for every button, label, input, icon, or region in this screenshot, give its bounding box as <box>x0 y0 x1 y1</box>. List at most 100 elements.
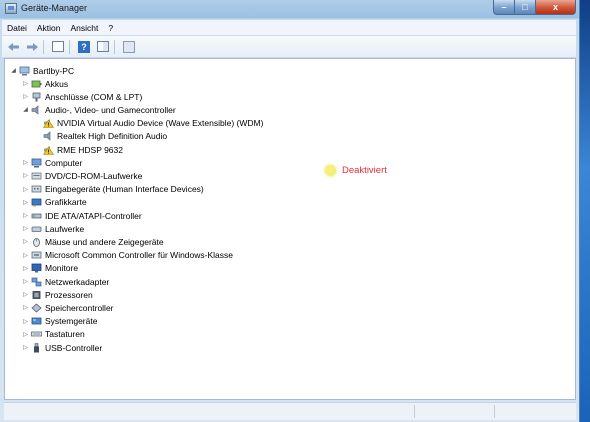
status-separator <box>414 405 415 418</box>
menu-aktion[interactable]: Aktion <box>32 23 66 33</box>
arrow-right-icon <box>26 42 38 51</box>
device-category[interactable]: ▷ Prozessoren <box>21 288 93 301</box>
expand-arrow-icon[interactable]: ▷ <box>21 344 30 351</box>
device-item[interactable]: NVIDIA Virtual Audio Device (Wave Extens… <box>33 117 263 130</box>
storage-icon <box>31 303 42 313</box>
expand-arrow-icon[interactable]: ▷ <box>21 93 30 100</box>
port-icon <box>31 92 42 102</box>
expand-arrow-icon[interactable]: ▷ <box>21 212 30 219</box>
device-category[interactable]: ▷ DVD/CD-ROM-Laufwerke <box>21 169 142 182</box>
display-adapter-icon <box>31 197 42 207</box>
tree-root-label: Bartlby-PC <box>33 65 75 76</box>
ide-icon <box>31 211 42 221</box>
device-category[interactable]: ▷ Akkus <box>21 77 68 90</box>
expand-arrow-icon[interactable]: ▷ <box>21 199 30 206</box>
menu-help[interactable]: ? <box>103 23 118 33</box>
device-category[interactable]: ▷ Grafikkarte <box>21 196 86 209</box>
device-manager-window: Geräte-Manager – □ x Datei Aktion Ansich… <box>0 0 580 422</box>
tree-item-label: Microsoft Common Controller für Windows-… <box>45 250 233 261</box>
device-category[interactable]: ▷ Mäuse und andere Zeigegeräte <box>21 235 163 248</box>
battery-icon <box>31 79 42 89</box>
computer-icon <box>19 66 30 76</box>
tree-item-label: Computer <box>45 157 83 168</box>
device-item[interactable]: Realtek High Definition Audio <box>33 130 167 143</box>
computer-icon <box>31 158 42 168</box>
expand-arrow-icon[interactable]: ▷ <box>21 159 30 166</box>
forward-button[interactable] <box>24 40 40 54</box>
tree-item-label: Prozessoren <box>45 289 93 300</box>
device-category[interactable]: ▷ Microsoft Common Controller für Windows… <box>21 249 233 262</box>
scan-hardware-icon <box>123 40 135 53</box>
tree-item-label: Eingabegeräte (Human Interface Devices) <box>45 184 204 195</box>
help-button[interactable]: ? <box>76 40 92 54</box>
tree-item-label: Systemgeräte <box>45 316 98 327</box>
expand-arrow-icon[interactable]: ▷ <box>21 278 30 285</box>
usb-icon <box>31 342 42 353</box>
tree-item-label: NVIDIA Virtual Audio Device (Wave Extens… <box>57 118 264 129</box>
device-category[interactable]: ▷ Tastaturen <box>21 328 85 341</box>
toolbar-separator <box>69 39 70 54</box>
tree-item-label: RME HDSP 9632 <box>57 144 123 155</box>
device-item[interactable]: RME HDSP 9632 <box>33 143 123 156</box>
tree-item-label: Anschlüsse (COM & LPT) <box>45 91 143 102</box>
device-category[interactable]: ▷ Systemgeräte <box>21 315 97 328</box>
device-category[interactable]: ◢ Audio-, Video- und Gamecontroller <box>21 103 176 116</box>
tree-item-label: Monitore <box>45 263 79 274</box>
expand-arrow-icon[interactable]: ▷ <box>21 252 30 259</box>
tree-item-label: DVD/CD-ROM-Laufwerke <box>45 170 143 181</box>
tree-item-label: USB-Controller <box>45 342 103 353</box>
device-category[interactable]: ▷ Netzwerkadapter <box>21 275 109 288</box>
tree-item-label: Netzwerkadapter <box>45 276 110 287</box>
expand-arrow-icon[interactable]: ▷ <box>21 80 30 87</box>
tree-item-label: IDE ATA/ATAPI-Controller <box>45 210 142 221</box>
toolbar-separator <box>114 39 115 54</box>
speaker-icon <box>43 131 54 141</box>
properties-icon <box>97 41 109 52</box>
expand-arrow-icon[interactable]: ▷ <box>21 304 30 311</box>
expand-arrow-icon[interactable]: ▷ <box>21 225 30 232</box>
minimize-button[interactable]: – <box>493 0 515 15</box>
expand-arrow-icon[interactable]: ▷ <box>21 265 30 272</box>
device-category[interactable]: ▷ Computer <box>21 156 82 169</box>
menu-ansicht[interactable]: Ansicht <box>65 23 103 33</box>
mouse-icon <box>31 237 42 247</box>
expand-arrow-icon[interactable]: ▷ <box>21 186 30 193</box>
close-button[interactable]: x <box>536 0 576 15</box>
device-category[interactable]: ▷ Eingabegeräte (Human Interface Devices) <box>21 183 204 196</box>
help-icon: ? <box>78 40 90 53</box>
collapse-arrow-icon[interactable]: ◢ <box>21 106 30 113</box>
device-category[interactable]: ▷ Anschlüsse (COM & LPT) <box>21 90 142 103</box>
highlight-dot <box>325 165 336 176</box>
device-category[interactable]: ▷ IDE ATA/ATAPI-Controller <box>21 209 142 222</box>
maximize-button[interactable]: □ <box>515 0 536 15</box>
expand-arrow-icon[interactable]: ▷ <box>21 291 30 298</box>
properties-button[interactable] <box>95 40 111 54</box>
drive-icon <box>31 224 42 234</box>
monitor-icon <box>31 263 42 273</box>
device-category[interactable]: ▷ Monitore <box>21 262 78 275</box>
toolbar: ? <box>2 36 576 58</box>
tree-root[interactable]: ◢ Bartlby-PC <box>9 64 74 77</box>
menu-datei[interactable]: Datei <box>2 23 32 33</box>
device-category[interactable]: ▷ USB-Controller <box>21 341 102 354</box>
console-tree-icon <box>52 41 64 52</box>
expand-arrow-icon[interactable]: ▷ <box>21 172 30 179</box>
expand-arrow-icon[interactable]: ▷ <box>21 331 30 338</box>
tree-item-label: Speichercontroller <box>45 302 114 313</box>
title-bar[interactable]: Geräte-Manager – □ x <box>0 0 580 19</box>
back-button[interactable] <box>5 40 21 54</box>
expand-arrow-icon[interactable]: ▷ <box>21 238 30 245</box>
device-category[interactable]: ▷ Laufwerke <box>21 222 84 235</box>
expand-arrow-icon[interactable]: ◢ <box>9 67 18 74</box>
controller-icon <box>31 250 42 260</box>
tree-item-label: Realtek High Definition Audio <box>57 131 168 142</box>
system-icon <box>31 316 42 326</box>
expand-arrow-icon[interactable]: ▷ <box>21 318 30 325</box>
scan-hardware-button[interactable] <box>121 40 137 54</box>
disc-icon <box>31 171 42 181</box>
toolbar-separator <box>43 39 44 54</box>
status-separator <box>494 405 495 418</box>
network-icon <box>31 277 42 287</box>
device-category[interactable]: ▷ Speichercontroller <box>21 301 114 314</box>
show-hide-tree-button[interactable] <box>50 40 66 54</box>
